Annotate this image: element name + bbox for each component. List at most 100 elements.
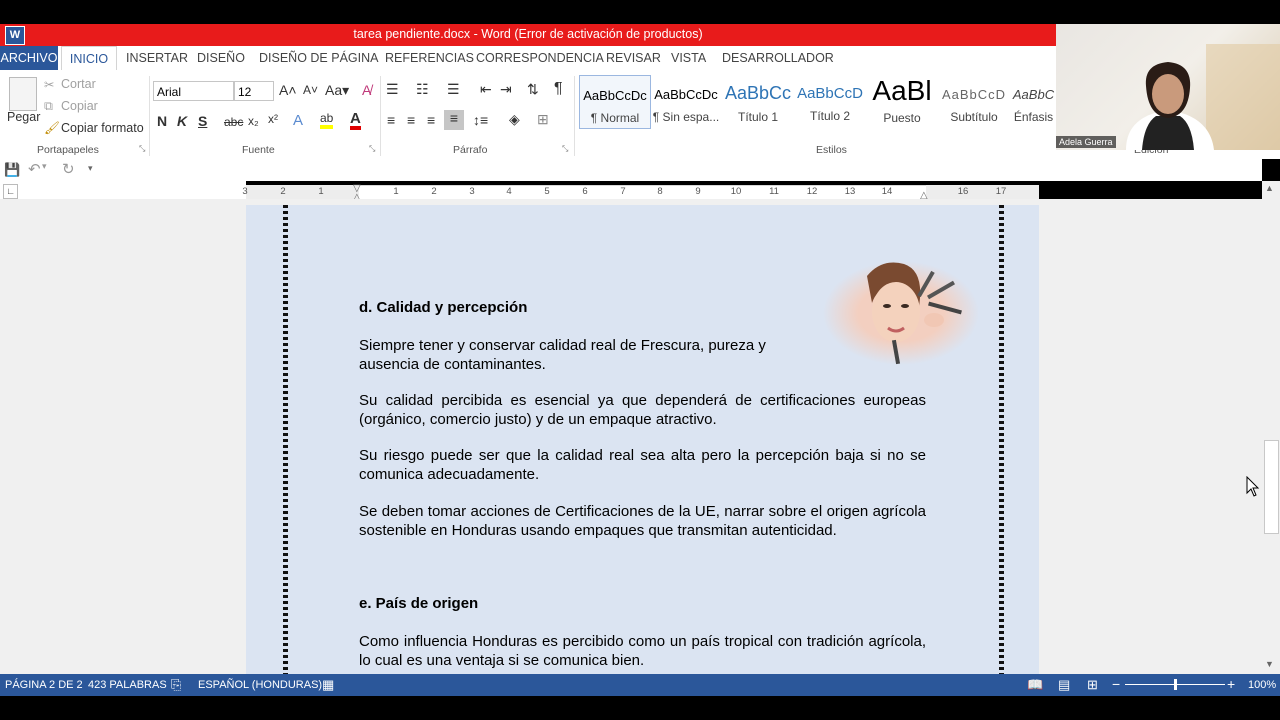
- style-subtitle[interactable]: AaBbCcD Subtítulo: [939, 75, 1009, 127]
- line-spacing-icon[interactable]: ↕≡: [473, 112, 488, 128]
- word-count-status[interactable]: 423 PALABRAS: [88, 679, 167, 691]
- redo-icon[interactable]: ↻: [62, 160, 75, 178]
- paragraph-5[interactable]: Como influencia Honduras es percibido co…: [359, 632, 926, 670]
- tab-correspondencia[interactable]: CORRESPONDENCIA: [476, 46, 604, 70]
- title-bar: W tarea pendiente.docx - Word (Error de …: [0, 24, 1056, 46]
- style-no-spacing[interactable]: AaBbCcDc ¶ Sin espa...: [651, 75, 721, 127]
- font-group-label: Fuente: [242, 144, 275, 156]
- zoom-in-icon[interactable]: +: [1227, 676, 1235, 692]
- heading-calidad-percepcion[interactable]: d. Calidad y percepción: [359, 299, 527, 316]
- paragraph-3[interactable]: Su riesgo puede ser que la calidad real …: [359, 446, 926, 484]
- sort-icon[interactable]: ⇅: [527, 81, 539, 98]
- tab-referencias[interactable]: REFERENCIAS: [385, 46, 474, 70]
- ruler-number: 1: [318, 186, 324, 197]
- heading-pais-origen[interactable]: e. País de origen: [359, 595, 478, 612]
- clear-format-icon[interactable]: A̸: [362, 82, 371, 98]
- justify-icon[interactable]: ≡: [444, 110, 464, 130]
- font-name-combo[interactable]: Arial: [153, 81, 234, 101]
- tab-archivo[interactable]: ARCHIVO: [0, 46, 58, 70]
- subscript-icon[interactable]: x₂: [248, 114, 259, 128]
- language-status[interactable]: ESPAÑOL (HONDURAS): [198, 679, 322, 691]
- zoom-slider-thumb[interactable]: [1174, 679, 1177, 690]
- scroll-up-icon[interactable]: ▲: [1265, 183, 1274, 193]
- ruler-number: 6: [582, 186, 588, 197]
- style-title[interactable]: AaBl Puesto: [867, 75, 937, 127]
- save-icon[interactable]: 💾: [4, 162, 20, 178]
- tab-diseno[interactable]: DISEÑO: [197, 46, 245, 70]
- show-marks-icon[interactable]: ¶: [554, 80, 563, 98]
- format-painter-button[interactable]: Copiar formato: [61, 121, 144, 135]
- customize-qat-icon[interactable]: ▾: [88, 163, 93, 174]
- group-divider: [380, 76, 381, 156]
- shading-icon[interactable]: ◈: [509, 111, 520, 128]
- multilevel-list-icon[interactable]: ☰: [447, 81, 460, 98]
- scroll-down-icon[interactable]: ▼: [1265, 659, 1274, 669]
- print-layout-icon[interactable]: ▤: [1058, 677, 1070, 693]
- style-normal[interactable]: AaBbCcDc ¶ Normal: [579, 75, 651, 129]
- numbering-icon[interactable]: ☷: [416, 81, 429, 98]
- ruler-number: 10: [730, 186, 742, 197]
- align-right-icon[interactable]: ≡: [427, 112, 435, 128]
- tab-selector-icon[interactable]: ∟: [3, 184, 18, 199]
- scrollbar-thumb[interactable]: [1264, 440, 1279, 534]
- zoom-level[interactable]: 100%: [1248, 679, 1276, 691]
- borders-icon[interactable]: ⊞: [537, 111, 549, 128]
- paintbrush-icon[interactable]: 🖌: [44, 121, 60, 136]
- bottom-letterbox: [0, 696, 1280, 720]
- tab-desarrollador[interactable]: DESARROLLADOR: [722, 46, 834, 70]
- italic-button[interactable]: K: [177, 113, 187, 129]
- style-heading-1[interactable]: AaBbCc Título 1: [723, 75, 793, 127]
- style-emphasis[interactable]: AaBbC Énfasis: [1011, 75, 1056, 127]
- makeup-face-image[interactable]: [822, 258, 980, 368]
- superscript-icon[interactable]: x²: [268, 112, 278, 126]
- macro-record-icon[interactable]: ▦: [322, 677, 334, 693]
- grow-font-icon[interactable]: A˄: [279, 82, 297, 98]
- font-launcher-icon[interactable]: ⤡: [369, 144, 375, 154]
- zoom-out-icon[interactable]: −: [1112, 676, 1120, 692]
- copy-icon[interactable]: ⧉: [44, 99, 53, 114]
- paste-button[interactable]: Pegar: [7, 110, 40, 124]
- web-layout-icon[interactable]: ⊞: [1087, 677, 1098, 693]
- read-mode-icon[interactable]: 📖: [1027, 677, 1043, 693]
- ruler-number: 3: [469, 186, 475, 197]
- text-effects-icon[interactable]: A: [293, 112, 303, 129]
- align-center-icon[interactable]: ≡: [407, 112, 415, 128]
- tab-insertar[interactable]: INSERTAR: [126, 46, 188, 70]
- undo-dropdown-icon[interactable]: ▾: [42, 161, 47, 172]
- proofing-icon[interactable]: ⎘: [171, 677, 181, 693]
- clipboard-icon[interactable]: [9, 77, 37, 111]
- style-name: ¶ Normal: [590, 111, 640, 125]
- tab-diseno-de-pagina[interactable]: DISEÑO DE PÁGINA: [259, 46, 378, 70]
- ruler-number: 3: [242, 186, 248, 197]
- paragraph-launcher-icon[interactable]: ⤡: [562, 144, 568, 154]
- paragraph-4[interactable]: Se deben tomar acciones de Certificacion…: [359, 502, 926, 540]
- font-color-icon[interactable]: A: [350, 111, 361, 130]
- highlight-icon[interactable]: ab: [320, 111, 334, 129]
- zoom-slider[interactable]: [1125, 679, 1225, 690]
- bold-button[interactable]: N: [157, 113, 167, 129]
- page-count-status[interactable]: PÁGINA 2 DE 2: [5, 679, 83, 691]
- style-heading-2[interactable]: AaBbCcD Título 2: [795, 75, 865, 127]
- paragraph-2[interactable]: Su calidad percibida es esencial ya que …: [359, 391, 926, 429]
- font-size-combo[interactable]: 12: [234, 81, 274, 101]
- tab-inicio[interactable]: INICIO: [61, 46, 117, 70]
- scissors-icon[interactable]: ✂: [44, 77, 54, 92]
- copy-button[interactable]: Copiar: [61, 99, 98, 113]
- decrease-indent-icon[interactable]: ⇤: [480, 81, 492, 98]
- bullets-icon[interactable]: ☰: [386, 81, 399, 98]
- ruler-number: 2: [431, 186, 437, 197]
- strikethrough-button[interactable]: abc: [224, 115, 243, 129]
- shrink-font-icon[interactable]: A˅: [303, 83, 318, 97]
- change-case-icon[interactable]: Aa▾: [325, 82, 349, 99]
- paragraph-1[interactable]: Siempre tener y conservar calidad real d…: [359, 336, 811, 374]
- vertical-scrollbar[interactable]: [1262, 181, 1280, 674]
- clipboard-launcher-icon[interactable]: ⤡: [139, 144, 145, 154]
- ruler-number: 12: [806, 186, 818, 197]
- align-left-icon[interactable]: ≡: [387, 112, 395, 128]
- cut-button[interactable]: Cortar: [61, 77, 96, 91]
- tab-revisar[interactable]: REVISAR: [606, 46, 661, 70]
- increase-indent-icon[interactable]: ⇥: [500, 81, 512, 98]
- tab-vista[interactable]: VISTA: [671, 46, 706, 70]
- underline-button[interactable]: S: [198, 113, 207, 129]
- undo-icon[interactable]: ↶: [28, 160, 41, 178]
